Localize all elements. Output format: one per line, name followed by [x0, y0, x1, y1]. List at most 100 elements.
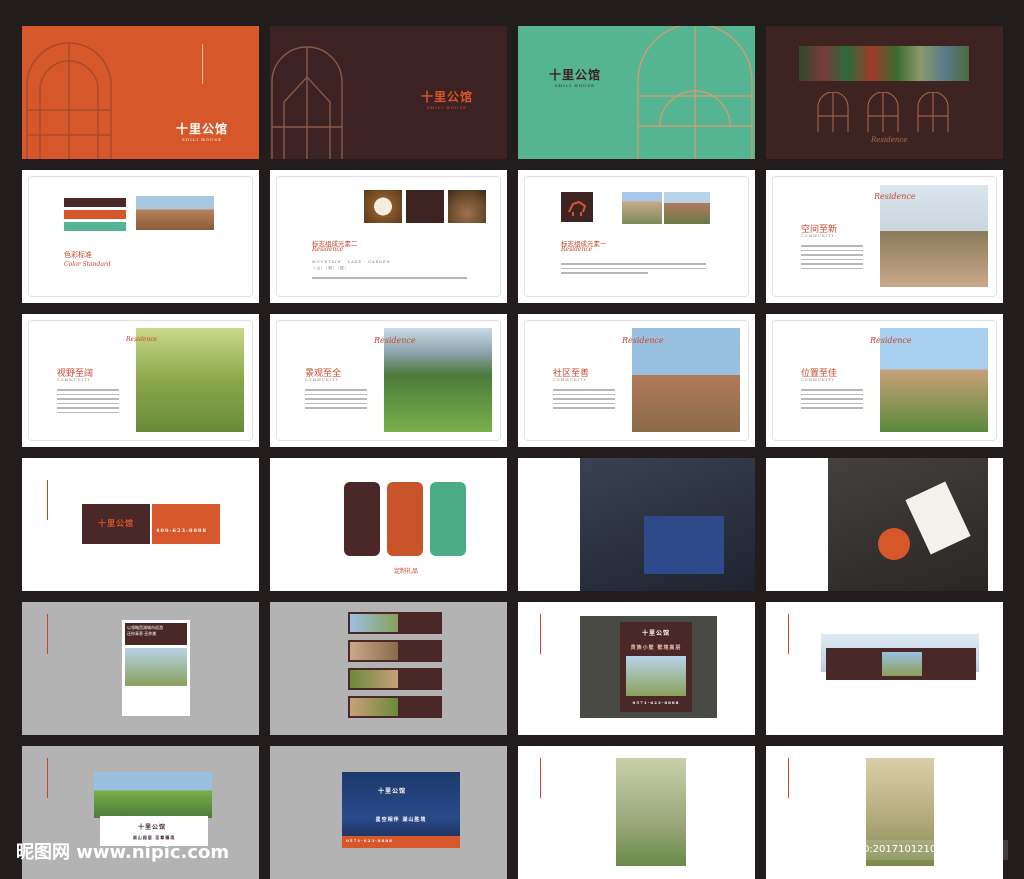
- page-gifts: 定制礼品: [270, 458, 507, 591]
- brand-logo: 十里公馆: [98, 518, 134, 528]
- logo-tile: [561, 192, 593, 222]
- gift-label: 定制礼品: [394, 568, 419, 575]
- horse-rider-icon: [568, 200, 587, 216]
- ad-header: 以领略西湖城市巡游 还你青葱·还你美: [125, 623, 187, 645]
- ad-phone: 0571-623-8888: [632, 700, 680, 705]
- body-text: [801, 386, 863, 412]
- phone-case-orange: [387, 482, 423, 556]
- stained-glass-photo: [799, 46, 969, 81]
- swatch-orange: [64, 210, 126, 219]
- color-standard-script: Color Standard: [64, 261, 111, 268]
- page-banner-ads: [270, 602, 507, 735]
- arch-window-icon: [817, 92, 949, 132]
- side-mark: [47, 614, 48, 654]
- id-watermark: ID:12668786 NO:20171012103409162031: [786, 840, 1008, 860]
- brand-logo: 十里公馆 SHILI HOUSE: [175, 122, 228, 142]
- logo-tile: [406, 190, 444, 223]
- page-night-ad: 十里公馆 星空相伴 湖山胜境 0571-623-8888: [270, 746, 507, 879]
- banner-ad-1: [348, 612, 442, 634]
- residence-script: Residence: [312, 246, 344, 253]
- village-photo: [664, 192, 710, 224]
- phone-case-green: [430, 482, 466, 556]
- arch-door-photo: [448, 190, 486, 223]
- clock-photo: [364, 190, 402, 223]
- side-mark: [540, 758, 541, 798]
- page-illustration-poster-1: [518, 746, 755, 879]
- body-text: [312, 274, 467, 282]
- residence-script: Residence: [874, 192, 916, 201]
- night-ad-footer: 0571-623-8888: [342, 836, 460, 848]
- brand-logo: 十里公馆 SHILI HOUSE: [420, 90, 473, 110]
- arch-window-icon: [637, 26, 753, 159]
- side-mark: [47, 758, 48, 798]
- side-mark: [788, 758, 789, 798]
- hoarding-wall: [826, 648, 976, 680]
- side-mark: [540, 614, 541, 654]
- community-label: COMMUNITY: [553, 378, 587, 382]
- cd-disc: [878, 528, 910, 560]
- page-logo-element-2: 标志组成元素二 Residence MOUNTAIN · LAKE · GARD…: [270, 170, 507, 303]
- banner-ad-4: [348, 696, 442, 718]
- page-stationery: [766, 458, 1003, 591]
- business-card-front: 400-623-8888: [152, 504, 220, 544]
- body-text: [561, 260, 706, 277]
- page-business-card: 十里公馆 400-623-8888: [22, 458, 259, 591]
- community-label: COMMUNITY: [801, 378, 835, 382]
- night-phone: 0571-623-8888: [346, 838, 393, 843]
- body-text: [801, 242, 863, 272]
- logo-words: MOUNTAIN · LAKE · GARDEN: [312, 260, 391, 264]
- brochure-inner-photo: [626, 656, 686, 696]
- banner-ad-2: [348, 640, 442, 662]
- cover-brown: 十里公馆 SHILI HOUSE: [270, 26, 507, 159]
- print-ad-sheet: 以领略西湖城市巡游 还你青葱·还你美: [122, 620, 190, 716]
- color-standard-title: 色彩标准: [64, 251, 92, 259]
- body-text: [553, 386, 615, 412]
- ad-subline: 还你青葱·还你美: [127, 631, 157, 636]
- body-text: [305, 386, 367, 412]
- page-print-ad: 以领略西湖城市巡游 还你青葱·还你美: [22, 602, 259, 735]
- logo-words-cn: （山）（湖）（园）: [312, 266, 349, 270]
- ad-headline: 以领略西湖城市巡游: [127, 625, 163, 630]
- brand-logo: 十里公馆 SHILI HOUSE: [548, 68, 601, 88]
- residence-script: Residence: [374, 336, 416, 345]
- swatch-green: [64, 222, 126, 231]
- night-slogan: 星空相伴 湖山胜境: [375, 817, 427, 823]
- hoarding-photo: [882, 652, 922, 676]
- residence-script: Residence: [870, 336, 912, 345]
- cover-brown-windows: Residence: [766, 26, 1003, 159]
- side-mark: [788, 614, 789, 654]
- cover-green: 十里公馆 SHILI HOUSE: [518, 26, 755, 159]
- arch-window-icon: [26, 42, 112, 159]
- page-space: 空间至新 COMMUNITY Residence: [766, 170, 1003, 303]
- residence-script: Residence: [126, 336, 158, 343]
- swatch-brown: [64, 198, 126, 207]
- page-hoarding: [766, 602, 1003, 735]
- page-keys: [518, 458, 755, 591]
- brand-logo: 十里公馆: [641, 630, 670, 637]
- community-label: COMMUNITY: [305, 378, 339, 382]
- page-community: 社区至善 COMMUNITY Residence: [518, 314, 755, 447]
- brand-logo: 十里公馆: [137, 824, 166, 831]
- brochure-cover: 十里公馆 贵族小墅 墅境高层 0571-623-8888: [620, 622, 692, 712]
- card-phone: 400-623-8888: [156, 528, 207, 534]
- page-logo-element-1: 标志组成元素一 Residence: [518, 170, 755, 303]
- meadow-person-photo: [136, 328, 244, 432]
- ad-slogan: 贵族小墅 墅境高层: [630, 645, 682, 651]
- body-text: [57, 386, 119, 416]
- banner-ad-3: [348, 668, 442, 690]
- page-color-standard: 色彩标准 Color Standard: [22, 170, 259, 303]
- residence-script: Residence: [622, 336, 664, 345]
- illustration-poster: [616, 758, 686, 866]
- cover-orange: 十里公馆 SHILI HOUSE: [22, 26, 259, 159]
- estate-photo: [94, 772, 212, 818]
- arch-window-icon: [271, 46, 343, 159]
- community-label: COMMUNITY: [57, 378, 91, 382]
- brand-logo: 十里公馆: [377, 788, 406, 795]
- residence-script: Residence: [561, 246, 593, 253]
- site-watermark: 昵图网 www.nipic.com: [16, 842, 230, 863]
- phone-case-brown: [344, 482, 380, 556]
- page-frame: [28, 176, 253, 297]
- blue-notebook: [644, 516, 724, 574]
- tower-photo: [622, 192, 662, 224]
- divider-line: [202, 44, 203, 84]
